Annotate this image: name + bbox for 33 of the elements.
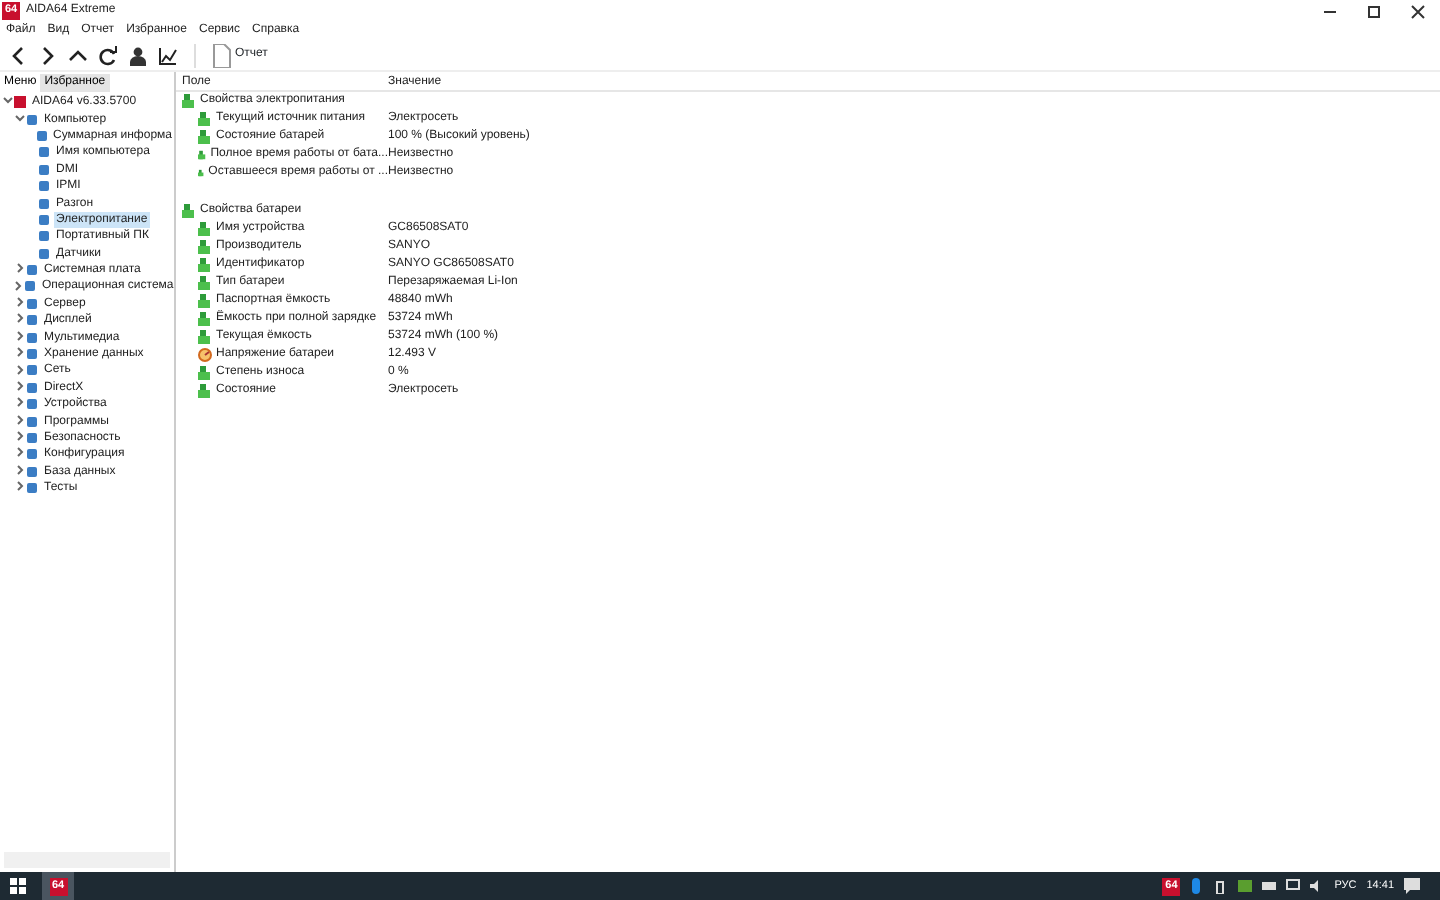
expand-icon[interactable] <box>12 279 24 292</box>
close-icon[interactable] <box>1408 1 1428 21</box>
collapse-icon[interactable] <box>13 111 25 124</box>
chart-icon[interactable] <box>158 45 178 65</box>
battery-icon[interactable] <box>1262 878 1277 894</box>
battery-icon <box>198 166 205 180</box>
expand-icon[interactable] <box>13 295 25 308</box>
expand-icon[interactable] <box>13 346 25 359</box>
gauge-icon <box>198 348 212 362</box>
app-icon <box>14 96 26 109</box>
up-icon[interactable] <box>68 45 88 65</box>
expand-icon[interactable] <box>13 396 25 409</box>
monitor-icon[interactable] <box>1286 878 1301 894</box>
expand-icon[interactable] <box>13 363 25 376</box>
forward-icon[interactable] <box>38 45 58 65</box>
back-icon[interactable] <box>8 45 28 65</box>
expand-icon[interactable] <box>13 446 25 459</box>
expand-icon[interactable] <box>13 379 25 392</box>
expand-icon[interactable] <box>13 413 25 426</box>
start-icon[interactable] <box>10 878 26 894</box>
user-icon[interactable] <box>128 45 148 65</box>
expand-icon[interactable] <box>13 480 25 493</box>
notification-icon[interactable] <box>1404 878 1420 894</box>
restore-icon[interactable] <box>1364 1 1384 21</box>
collapse-icon[interactable] <box>1 94 13 107</box>
expand-icon[interactable] <box>13 329 25 342</box>
refresh-icon[interactable] <box>98 45 118 65</box>
expand-icon[interactable] <box>13 430 25 443</box>
expand-icon[interactable] <box>13 312 25 325</box>
expand-icon[interactable] <box>13 262 25 275</box>
battery-icon <box>198 148 207 162</box>
expand-icon[interactable] <box>13 463 25 476</box>
document-icon <box>212 43 232 67</box>
